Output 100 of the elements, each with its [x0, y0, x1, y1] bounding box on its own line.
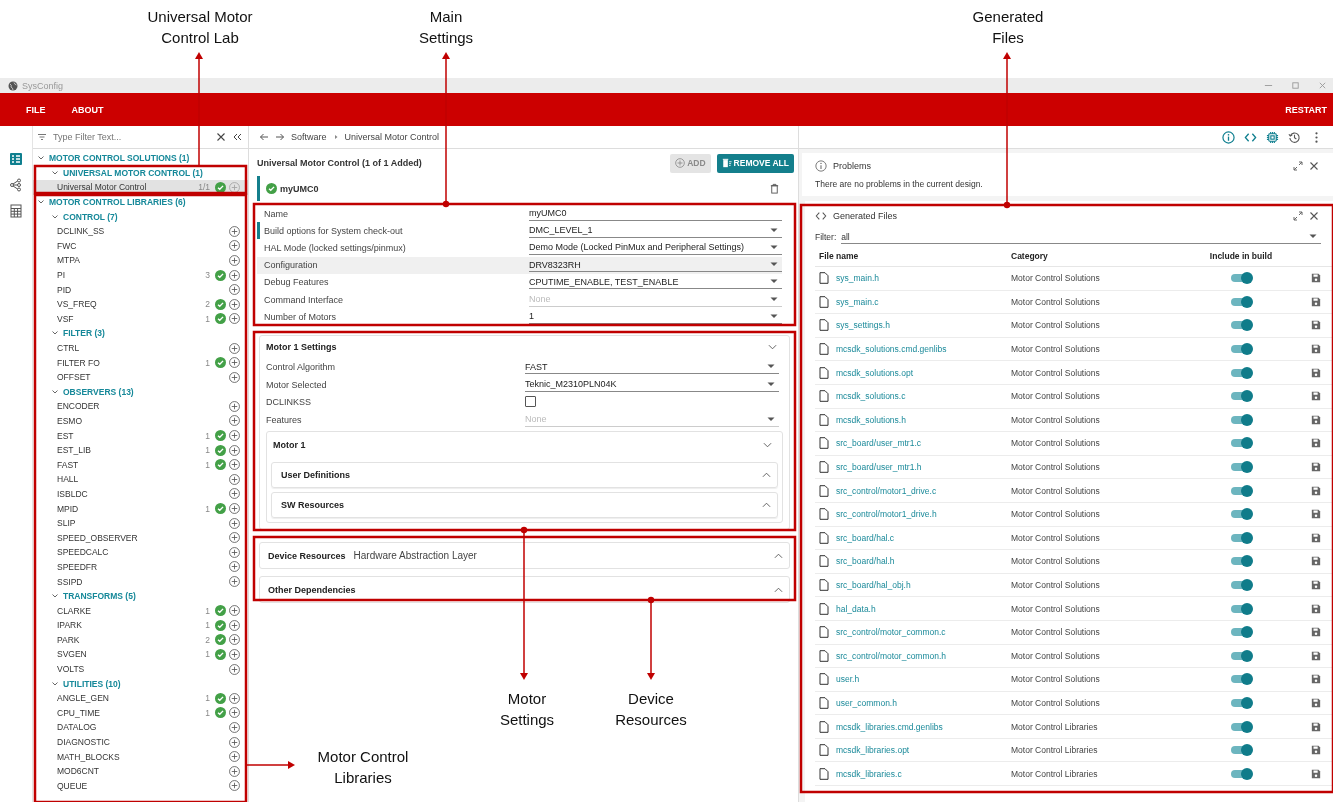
add-icon[interactable]	[229, 546, 240, 558]
file-link[interactable]: src_control/motor_common.c	[836, 627, 946, 638]
file-link[interactable]: mcsdk_libraries.opt	[836, 745, 910, 756]
add-icon[interactable]	[229, 634, 240, 646]
tree-item[interactable]: QUEUE	[33, 778, 248, 794]
add-icon[interactable]	[229, 517, 240, 529]
toggle-switch[interactable]	[1231, 746, 1251, 755]
close-icon[interactable]	[1309, 161, 1319, 171]
tree-item[interactable]: SSIPD	[33, 574, 248, 589]
tree-item[interactable]: ANGLE_GEN 1	[33, 690, 248, 706]
save-icon[interactable]	[1311, 556, 1321, 567]
tree-item[interactable]: DATALOG	[33, 720, 248, 735]
section-title[interactable]: Device Resources	[268, 550, 346, 561]
toggle-switch[interactable]	[1231, 463, 1251, 472]
setting-dropdown[interactable]: Demo Mode (Locked PinMux and Peripheral Settings)	[529, 240, 782, 255]
toggle-switch[interactable]	[1231, 769, 1251, 778]
add-icon[interactable]	[229, 269, 240, 281]
save-icon[interactable]	[1311, 650, 1321, 661]
filter-field[interactable]: Type Filter Text...	[53, 132, 210, 142]
add-icon[interactable]	[229, 751, 240, 763]
setting-dropdown[interactable]: Teknic_M2310PLN04K	[525, 377, 779, 392]
file-link[interactable]: src_board/hal_obj.h	[836, 580, 911, 590]
toggle-switch[interactable]	[1231, 368, 1251, 377]
breadcrumb-link[interactable]: Software	[291, 132, 327, 142]
add-icon[interactable]	[229, 619, 240, 631]
save-icon[interactable]	[1311, 438, 1321, 449]
add-icon[interactable]	[229, 342, 240, 354]
history-icon[interactable]	[1288, 130, 1301, 144]
setting-dropdown[interactable]: CPUTIME_ENABLE, TEST_ENABLE	[529, 275, 782, 290]
tree-category[interactable]: UTILITIES (10)	[63, 678, 121, 689]
tree-category[interactable]: UNIVERSAL MOTOR CONTROL (1)	[63, 167, 203, 178]
setting-dropdown[interactable]: FAST	[525, 360, 779, 375]
add-icon[interactable]	[229, 605, 240, 617]
add-icon[interactable]	[229, 459, 240, 471]
remove-all-button[interactable]: REMOVE ALL	[716, 153, 794, 173]
toggle-switch[interactable]	[1231, 628, 1251, 637]
list-icon[interactable]	[9, 152, 23, 166]
tree-item[interactable]: SVGEN 1	[33, 647, 248, 662]
tree-item[interactable]: CPU_TIME 1	[33, 705, 248, 721]
toggle-switch[interactable]	[1231, 439, 1251, 448]
file-link[interactable]: src_control/motor1_drive.c	[836, 485, 937, 496]
tree-item[interactable]: EST 1	[33, 428, 248, 443]
restart-button[interactable]: RESTART	[1285, 104, 1327, 115]
add-icon[interactable]	[229, 254, 240, 266]
add-icon[interactable]	[229, 284, 240, 296]
add-icon[interactable]	[229, 765, 240, 777]
file-link[interactable]: src_board/hal.c	[836, 532, 895, 543]
tree-item[interactable]: SLIP	[33, 515, 248, 531]
menu-item[interactable]: ABOUT	[71, 104, 104, 115]
tree-item[interactable]: ESMO	[33, 413, 248, 429]
chevron-icon[interactable]	[51, 212, 59, 221]
save-icon[interactable]	[1311, 768, 1321, 779]
file-link[interactable]: user.h	[836, 674, 860, 685]
tree-item[interactable]: FILTER FO 1	[33, 355, 248, 370]
save-icon[interactable]	[1311, 414, 1321, 425]
file-link[interactable]: mcsdk_solutions.cmd.genlibs	[836, 344, 947, 355]
tree-item[interactable]: VSF 1	[33, 311, 248, 327]
add-icon[interactable]	[229, 707, 240, 719]
file-link[interactable]: mcsdk_libraries.c	[836, 768, 902, 779]
add-icon[interactable]	[229, 488, 240, 500]
save-icon[interactable]	[1311, 674, 1321, 685]
chevron-icon[interactable]	[51, 168, 59, 177]
file-link[interactable]: mcsdk_solutions.opt	[836, 367, 913, 378]
toggle-switch[interactable]	[1231, 533, 1251, 542]
tree-category[interactable]: TRANSFORMS (5)	[63, 591, 136, 602]
checkbox[interactable]	[525, 396, 536, 408]
tree-item[interactable]: PI 3	[33, 267, 248, 283]
add-icon[interactable]	[229, 780, 240, 792]
toggle-switch[interactable]	[1231, 699, 1251, 707]
file-link[interactable]: src_control/motor1_drive.h	[836, 509, 937, 520]
tree-item[interactable]: VS_FREQ 2	[33, 296, 248, 312]
chevron-icon[interactable]	[768, 344, 777, 351]
add-icon[interactable]	[229, 663, 240, 675]
close-icon[interactable]	[1309, 211, 1319, 221]
toggle-switch[interactable]	[1231, 297, 1251, 306]
save-icon[interactable]	[1311, 367, 1321, 378]
file-link[interactable]: sys_settings.h	[836, 320, 890, 331]
add-icon[interactable]	[229, 721, 240, 733]
tree-item[interactable]: VOLTS	[33, 661, 248, 677]
tree-item[interactable]: OFFSET	[33, 369, 248, 385]
tree-category[interactable]: MOTOR CONTROL LIBRARIES (6)	[49, 197, 186, 208]
toggle-switch[interactable]	[1231, 321, 1251, 330]
file-link[interactable]: mcsdk_libraries.cmd.genlibs	[836, 721, 943, 732]
forward-icon[interactable]	[275, 132, 285, 142]
breadcrumb-link[interactable]: Universal Motor Control	[344, 132, 440, 142]
file-link[interactable]: mcsdk_solutions.h	[836, 414, 906, 425]
save-icon[interactable]	[1311, 391, 1321, 402]
tree-item[interactable]: SPEED_OBSERVER	[33, 530, 248, 546]
toggle-switch[interactable]	[1231, 604, 1251, 613]
add-icon[interactable]	[229, 532, 240, 544]
save-icon[interactable]	[1311, 462, 1321, 473]
save-icon[interactable]	[1311, 296, 1321, 307]
file-link[interactable]: mcsdk_solutions.c	[836, 391, 906, 402]
expand-icon[interactable]	[1293, 161, 1303, 171]
add-icon[interactable]	[229, 430, 240, 442]
setting-dropdown[interactable]: 1	[529, 309, 782, 324]
toggle-switch[interactable]	[1231, 274, 1251, 283]
tree-item[interactable]: ENCODER	[33, 399, 248, 414]
toggle-switch[interactable]	[1231, 722, 1251, 731]
tree-item[interactable]: PARK 2	[33, 632, 248, 648]
